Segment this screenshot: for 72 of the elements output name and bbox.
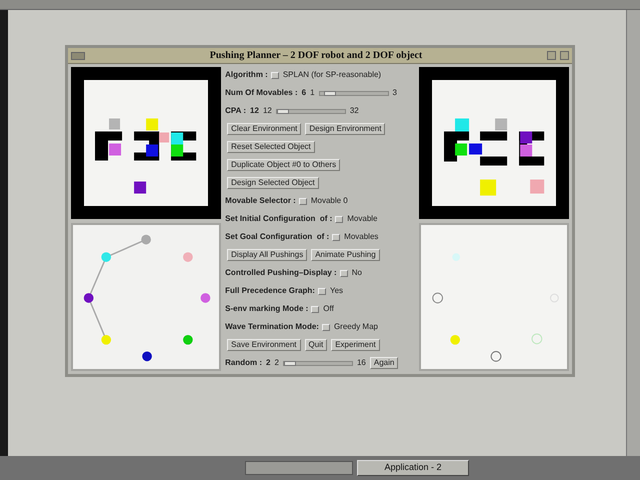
graph-node	[141, 234, 151, 244]
option-label: Controlled Pushing–Display :	[225, 267, 337, 279]
option-menu[interactable]: Movables	[332, 231, 378, 243]
point-marker	[452, 253, 460, 261]
option-menu[interactable]: Movable 0	[298, 195, 348, 207]
slider-value: 2	[266, 357, 270, 369]
slider-track[interactable]	[318, 90, 389, 96]
option-menu[interactable]: SPLAN (for SP-reasonable)	[270, 69, 382, 81]
option-label: Wave Termination Mode:	[225, 321, 319, 333]
slider-label: Random :	[225, 357, 262, 369]
option-label: Set Initial Configuration of :	[225, 213, 332, 225]
option-indicator-icon	[311, 306, 320, 312]
option-label: S-env marking Mode :	[225, 303, 308, 315]
option-menu[interactable]: Movable	[335, 213, 378, 225]
option-menu[interactable]: No	[340, 267, 362, 279]
slider-label: CPA :	[225, 105, 246, 117]
option-menu[interactable]: Yes	[318, 285, 344, 297]
graph-node	[142, 351, 152, 362]
maximize-icon[interactable]	[560, 51, 569, 60]
option-label: Set Goal Configuration of :	[225, 231, 330, 243]
point-marker	[450, 334, 460, 345]
graph-node	[200, 293, 210, 303]
slider-value: 12	[250, 105, 259, 117]
slider-min: 12	[262, 105, 272, 117]
slider-max: 32	[350, 105, 359, 117]
slider-track[interactable]	[276, 108, 346, 114]
graph-node	[101, 334, 112, 345]
push-button[interactable]: Design Environment	[305, 123, 386, 135]
window-title: Pushing Planner – 2 DOF robot and 2 DOF object	[208, 49, 424, 63]
option-menu[interactable]: Off	[311, 303, 334, 315]
graph-node	[183, 252, 193, 262]
slider-thumb[interactable]	[276, 108, 289, 114]
again-button[interactable]: Again	[370, 357, 398, 369]
option-label: Movable Selector :	[225, 195, 296, 207]
graph-node	[84, 293, 94, 303]
push-button[interactable]: Design Selected Object	[227, 177, 319, 189]
slider-min: 1	[310, 87, 315, 99]
push-button[interactable]: Clear Environment	[227, 123, 302, 135]
slider-max: 16	[356, 357, 366, 369]
option-indicator-icon	[270, 72, 279, 78]
option-indicator-icon	[318, 288, 326, 294]
slider-track[interactable]	[282, 360, 353, 366]
push-button[interactable]: Quit	[304, 339, 328, 351]
push-button[interactable]: Duplicate Object #0 to Others	[227, 159, 340, 171]
option-indicator-icon	[332, 234, 340, 240]
option-label: Algorithm :	[225, 69, 268, 81]
slider-thumb[interactable]	[324, 90, 336, 96]
minimize-icon[interactable]	[547, 51, 556, 60]
point-marker	[432, 292, 443, 304]
window-menu-icon[interactable]	[71, 52, 85, 60]
option-indicator-icon	[340, 270, 348, 276]
taskbar-button[interactable]: Application - 2	[357, 460, 469, 476]
push-button[interactable]: Display All Pushings	[227, 249, 308, 261]
slider-thumb[interactable]	[284, 360, 296, 366]
point-marker	[490, 351, 502, 362]
slider-value: 6	[302, 87, 306, 99]
option-indicator-icon	[322, 324, 330, 330]
slider-label: Num Of Movables :	[225, 87, 298, 99]
option-indicator-icon	[335, 216, 344, 222]
push-button[interactable]: Experiment	[331, 339, 380, 351]
push-button[interactable]: Save Environment	[227, 339, 301, 351]
option-indicator-icon	[298, 198, 307, 204]
graph-node	[183, 334, 193, 345]
option-menu[interactable]: Greedy Map	[322, 321, 378, 333]
option-label: Full Precedence Graph:	[225, 285, 315, 297]
slider-min: 2	[274, 357, 279, 369]
push-button[interactable]: Animate Pushing	[311, 249, 380, 261]
side-scrollbar[interactable]	[626, 10, 640, 456]
push-button[interactable]: Reset Selected Object	[227, 141, 315, 153]
graph-node	[101, 252, 112, 262]
point-marker	[531, 333, 542, 344]
slider-max: 3	[392, 87, 397, 99]
